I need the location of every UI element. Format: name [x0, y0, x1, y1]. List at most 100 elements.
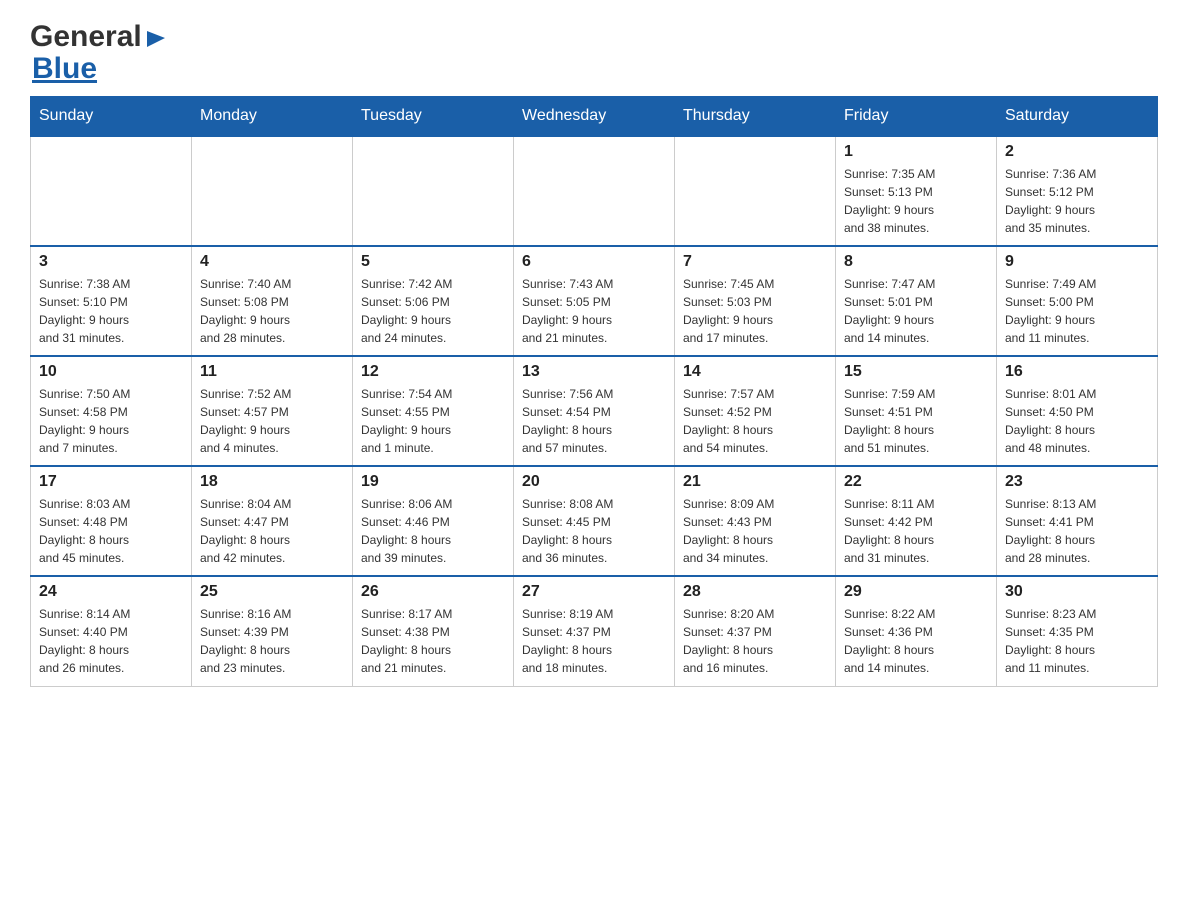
day-of-week-header: Sunday [31, 97, 192, 137]
day-of-week-header: Tuesday [353, 97, 514, 137]
day-number: 28 [683, 583, 827, 601]
day-info: Sunrise: 8:03 AM Sunset: 4:48 PM Dayligh… [39, 495, 183, 567]
day-info: Sunrise: 7:43 AM Sunset: 5:05 PM Dayligh… [522, 275, 666, 347]
calendar-week-row: 17 Sunrise: 8:03 AM Sunset: 4:48 PM Dayli… [31, 466, 1158, 576]
day-number: 9 [1005, 253, 1149, 271]
day-info: Sunrise: 7:35 AM Sunset: 5:13 PM Dayligh… [844, 165, 988, 237]
day-number: 17 [39, 473, 183, 491]
calendar-header-row: SundayMondayTuesdayWednesdayThursdayFrid… [31, 97, 1158, 137]
day-info: Sunrise: 7:49 AM Sunset: 5:00 PM Dayligh… [1005, 275, 1149, 347]
calendar-cell: 17 Sunrise: 8:03 AM Sunset: 4:48 PM Dayli… [31, 466, 192, 576]
day-number: 12 [361, 363, 505, 381]
calendar-cell: 13 Sunrise: 7:56 AM Sunset: 4:54 PM Dayli… [514, 356, 675, 466]
calendar-week-row: 10 Sunrise: 7:50 AM Sunset: 4:58 PM Dayli… [31, 356, 1158, 466]
calendar-cell: 10 Sunrise: 7:50 AM Sunset: 4:58 PM Dayli… [31, 356, 192, 466]
calendar-cell: 2 Sunrise: 7:36 AM Sunset: 5:12 PM Daylig… [997, 136, 1158, 246]
day-number: 22 [844, 473, 988, 491]
day-number: 4 [200, 253, 344, 271]
day-info: Sunrise: 7:42 AM Sunset: 5:06 PM Dayligh… [361, 275, 505, 347]
calendar-cell: 30 Sunrise: 8:23 AM Sunset: 4:35 PM Dayli… [997, 576, 1158, 686]
day-number: 29 [844, 583, 988, 601]
day-of-week-header: Monday [192, 97, 353, 137]
day-number: 2 [1005, 143, 1149, 161]
calendar-cell [675, 136, 836, 246]
day-number: 21 [683, 473, 827, 491]
day-info: Sunrise: 8:01 AM Sunset: 4:50 PM Dayligh… [1005, 385, 1149, 457]
day-info: Sunrise: 8:11 AM Sunset: 4:42 PM Dayligh… [844, 495, 988, 567]
calendar-cell: 21 Sunrise: 8:09 AM Sunset: 4:43 PM Dayli… [675, 466, 836, 576]
calendar-cell: 23 Sunrise: 8:13 AM Sunset: 4:41 PM Dayli… [997, 466, 1158, 576]
calendar-cell: 12 Sunrise: 7:54 AM Sunset: 4:55 PM Dayli… [353, 356, 514, 466]
calendar-cell: 25 Sunrise: 8:16 AM Sunset: 4:39 PM Dayli… [192, 576, 353, 686]
day-info: Sunrise: 8:22 AM Sunset: 4:36 PM Dayligh… [844, 605, 988, 677]
day-number: 23 [1005, 473, 1149, 491]
day-number: 6 [522, 253, 666, 271]
calendar-cell: 24 Sunrise: 8:14 AM Sunset: 4:40 PM Dayli… [31, 576, 192, 686]
day-number: 7 [683, 253, 827, 271]
day-info: Sunrise: 8:23 AM Sunset: 4:35 PM Dayligh… [1005, 605, 1149, 677]
calendar-cell: 16 Sunrise: 8:01 AM Sunset: 4:50 PM Dayli… [997, 356, 1158, 466]
calendar-cell: 7 Sunrise: 7:45 AM Sunset: 5:03 PM Daylig… [675, 246, 836, 356]
calendar-cell: 3Sunrise: 7:38 AM Sunset: 5:10 PM Daylig… [31, 246, 192, 356]
day-info: Sunrise: 7:59 AM Sunset: 4:51 PM Dayligh… [844, 385, 988, 457]
day-number: 18 [200, 473, 344, 491]
day-number: 11 [200, 363, 344, 381]
day-of-week-header: Friday [836, 97, 997, 137]
calendar-cell: 6 Sunrise: 7:43 AM Sunset: 5:05 PM Daylig… [514, 246, 675, 356]
day-number: 20 [522, 473, 666, 491]
page-header: General Blue [30, 20, 1158, 86]
calendar-cell: 11 Sunrise: 7:52 AM Sunset: 4:57 PM Dayli… [192, 356, 353, 466]
day-info: Sunrise: 7:45 AM Sunset: 5:03 PM Dayligh… [683, 275, 827, 347]
calendar-cell: 8 Sunrise: 7:47 AM Sunset: 5:01 PM Daylig… [836, 246, 997, 356]
day-number: 19 [361, 473, 505, 491]
day-info: Sunrise: 7:36 AM Sunset: 5:12 PM Dayligh… [1005, 165, 1149, 237]
calendar-table: SundayMondayTuesdayWednesdayThursdayFrid… [30, 96, 1158, 687]
day-number: 16 [1005, 363, 1149, 381]
calendar-cell [31, 136, 192, 246]
day-number: 8 [844, 253, 988, 271]
day-info: Sunrise: 7:50 AM Sunset: 4:58 PM Dayligh… [39, 385, 183, 457]
calendar-cell: 22 Sunrise: 8:11 AM Sunset: 4:42 PM Dayli… [836, 466, 997, 576]
day-number: 27 [522, 583, 666, 601]
calendar-cell [192, 136, 353, 246]
day-info: Sunrise: 8:13 AM Sunset: 4:41 PM Dayligh… [1005, 495, 1149, 567]
calendar-week-row: 1 Sunrise: 7:35 AM Sunset: 5:13 PM Daylig… [31, 136, 1158, 246]
day-number: 25 [200, 583, 344, 601]
calendar-cell: 15 Sunrise: 7:59 AM Sunset: 4:51 PM Dayli… [836, 356, 997, 466]
day-info: Sunrise: 8:09 AM Sunset: 4:43 PM Dayligh… [683, 495, 827, 567]
calendar-cell: 26 Sunrise: 8:17 AM Sunset: 4:38 PM Dayli… [353, 576, 514, 686]
day-info: Sunrise: 7:47 AM Sunset: 5:01 PM Dayligh… [844, 275, 988, 347]
calendar-week-row: 3Sunrise: 7:38 AM Sunset: 5:10 PM Daylig… [31, 246, 1158, 356]
day-info: Sunrise: 7:40 AM Sunset: 5:08 PM Dayligh… [200, 275, 344, 347]
calendar-cell: 4 Sunrise: 7:40 AM Sunset: 5:08 PM Daylig… [192, 246, 353, 356]
day-info: Sunrise: 8:19 AM Sunset: 4:37 PM Dayligh… [522, 605, 666, 677]
calendar-cell: 5Sunrise: 7:42 AM Sunset: 5:06 PM Daylig… [353, 246, 514, 356]
day-info: Sunrise: 7:54 AM Sunset: 4:55 PM Dayligh… [361, 385, 505, 457]
day-info: Sunrise: 7:56 AM Sunset: 4:54 PM Dayligh… [522, 385, 666, 457]
day-of-week-header: Thursday [675, 97, 836, 137]
calendar-cell: 20Sunrise: 8:08 AM Sunset: 4:45 PM Dayli… [514, 466, 675, 576]
day-info: Sunrise: 7:52 AM Sunset: 4:57 PM Dayligh… [200, 385, 344, 457]
logo: General Blue [30, 20, 167, 86]
day-info: Sunrise: 8:16 AM Sunset: 4:39 PM Dayligh… [200, 605, 344, 677]
day-info: Sunrise: 8:17 AM Sunset: 4:38 PM Dayligh… [361, 605, 505, 677]
day-number: 14 [683, 363, 827, 381]
day-info: Sunrise: 7:57 AM Sunset: 4:52 PM Dayligh… [683, 385, 827, 457]
day-number: 10 [39, 363, 183, 381]
day-number: 15 [844, 363, 988, 381]
day-number: 30 [1005, 583, 1149, 601]
calendar-cell [514, 136, 675, 246]
day-number: 13 [522, 363, 666, 381]
calendar-cell: 14 Sunrise: 7:57 AM Sunset: 4:52 PM Dayli… [675, 356, 836, 466]
calendar-cell: 29 Sunrise: 8:22 AM Sunset: 4:36 PM Dayli… [836, 576, 997, 686]
day-info: Sunrise: 8:04 AM Sunset: 4:47 PM Dayligh… [200, 495, 344, 567]
logo-arrow-icon [145, 27, 167, 49]
day-of-week-header: Wednesday [514, 97, 675, 137]
day-number: 1 [844, 143, 988, 161]
logo-blue-text: Blue [32, 52, 97, 86]
calendar-cell: 27 Sunrise: 8:19 AM Sunset: 4:37 PM Dayli… [514, 576, 675, 686]
day-number: 26 [361, 583, 505, 601]
day-number: 24 [39, 583, 183, 601]
calendar-cell [353, 136, 514, 246]
day-info: Sunrise: 8:14 AM Sunset: 4:40 PM Dayligh… [39, 605, 183, 677]
